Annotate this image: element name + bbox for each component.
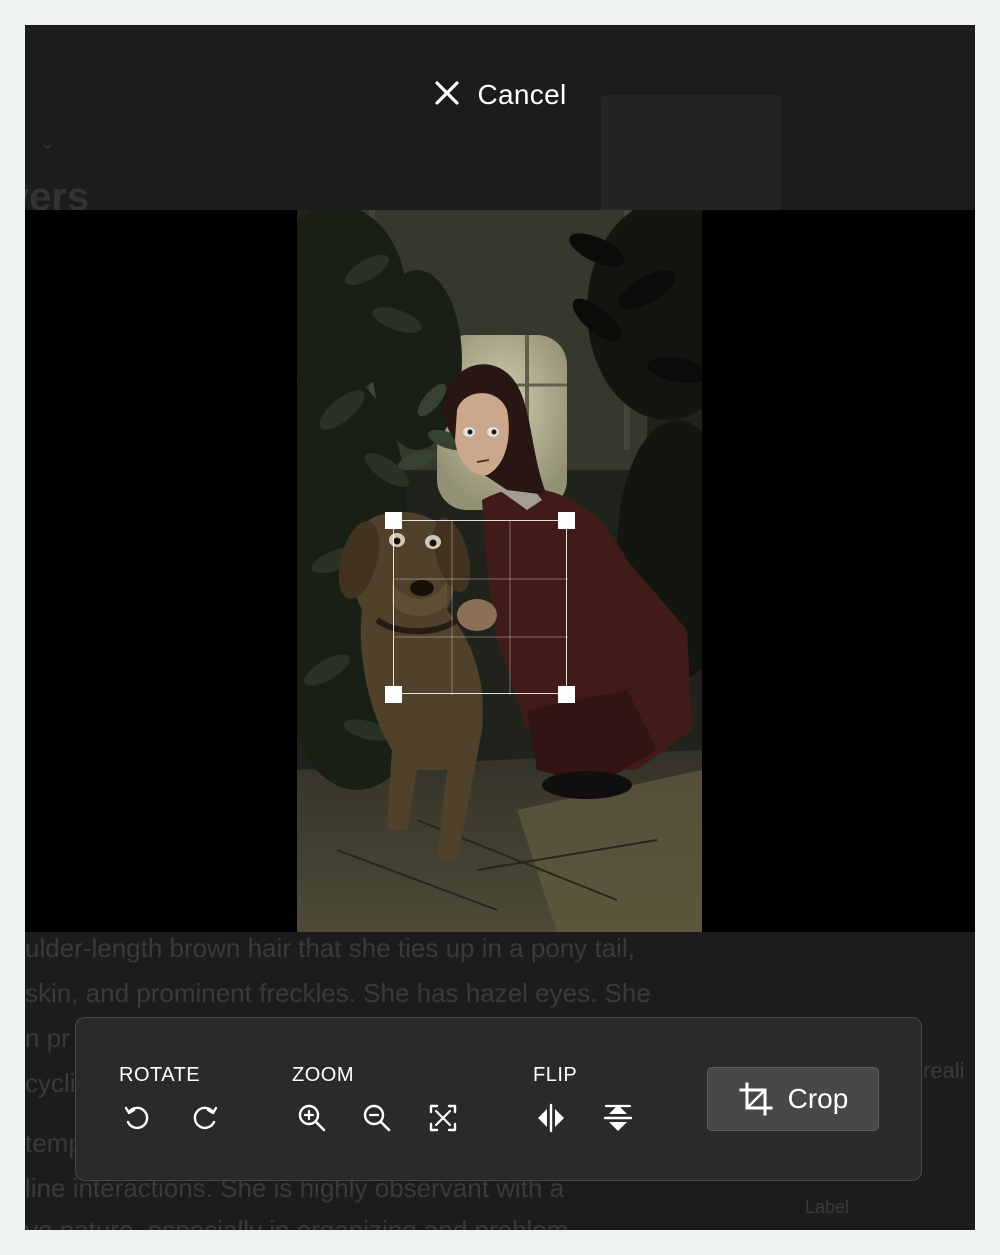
crop-handle-bottom-left[interactable] [385,686,402,703]
rotate-left-button[interactable] [119,1100,155,1136]
zoom-group-label: ZOOM [292,1064,354,1086]
background-text-line: skin, and prominent freckles. She has ha… [25,978,651,1008]
cancel-button[interactable]: Cancel [25,65,975,125]
flip-horizontal-button[interactable] [533,1100,569,1136]
background-text-line: ve nature, especially in organizing and … [25,1215,578,1230]
crop-selection-box[interactable] [393,520,568,695]
crop-handle-bottom-right[interactable] [558,686,575,703]
crop-dialog: ⌄ yers ulder-length brown hair that she … [25,25,975,1230]
flip-vertical-icon [603,1104,633,1131]
flip-vertical-button[interactable] [600,1100,636,1136]
rotate-group-label: ROTATE [119,1064,201,1086]
background-text-line: ulder-length brown hair that she ties up… [25,933,635,963]
background-text-line: cycli [25,1068,76,1098]
background-label: Label [805,1197,850,1217]
background-text-line: n pr [25,1023,70,1053]
crop-icon [739,1082,773,1116]
background-text-fragment: reali [923,1058,965,1083]
close-icon [434,80,460,111]
rotate-cw-icon [193,1106,218,1130]
crop-stage [25,210,975,932]
flip-horizontal-icon [538,1103,564,1133]
fit-screen-icon [429,1104,457,1132]
crop-handle-top-right[interactable] [558,512,575,529]
cancel-label: Cancel [477,79,567,110]
flip-group-label: FLIP [533,1064,578,1086]
rotate-ccw-icon [124,1106,149,1130]
zoom-in-button[interactable] [294,1100,330,1136]
background-chevron-icon: ⌄ [39,132,56,154]
zoom-out-icon [363,1104,391,1132]
crop-handle-top-left[interactable] [385,512,402,529]
rotate-right-button[interactable] [187,1100,223,1136]
crop-button[interactable]: Crop [707,1067,879,1131]
edit-toolbar: ROTATE ZOOM FLIP Crop [75,1017,922,1181]
zoom-in-icon [298,1104,326,1132]
zoom-out-button[interactable] [359,1100,395,1136]
fit-screen-button[interactable] [425,1100,461,1136]
crop-button-label: Crop [787,1083,849,1114]
